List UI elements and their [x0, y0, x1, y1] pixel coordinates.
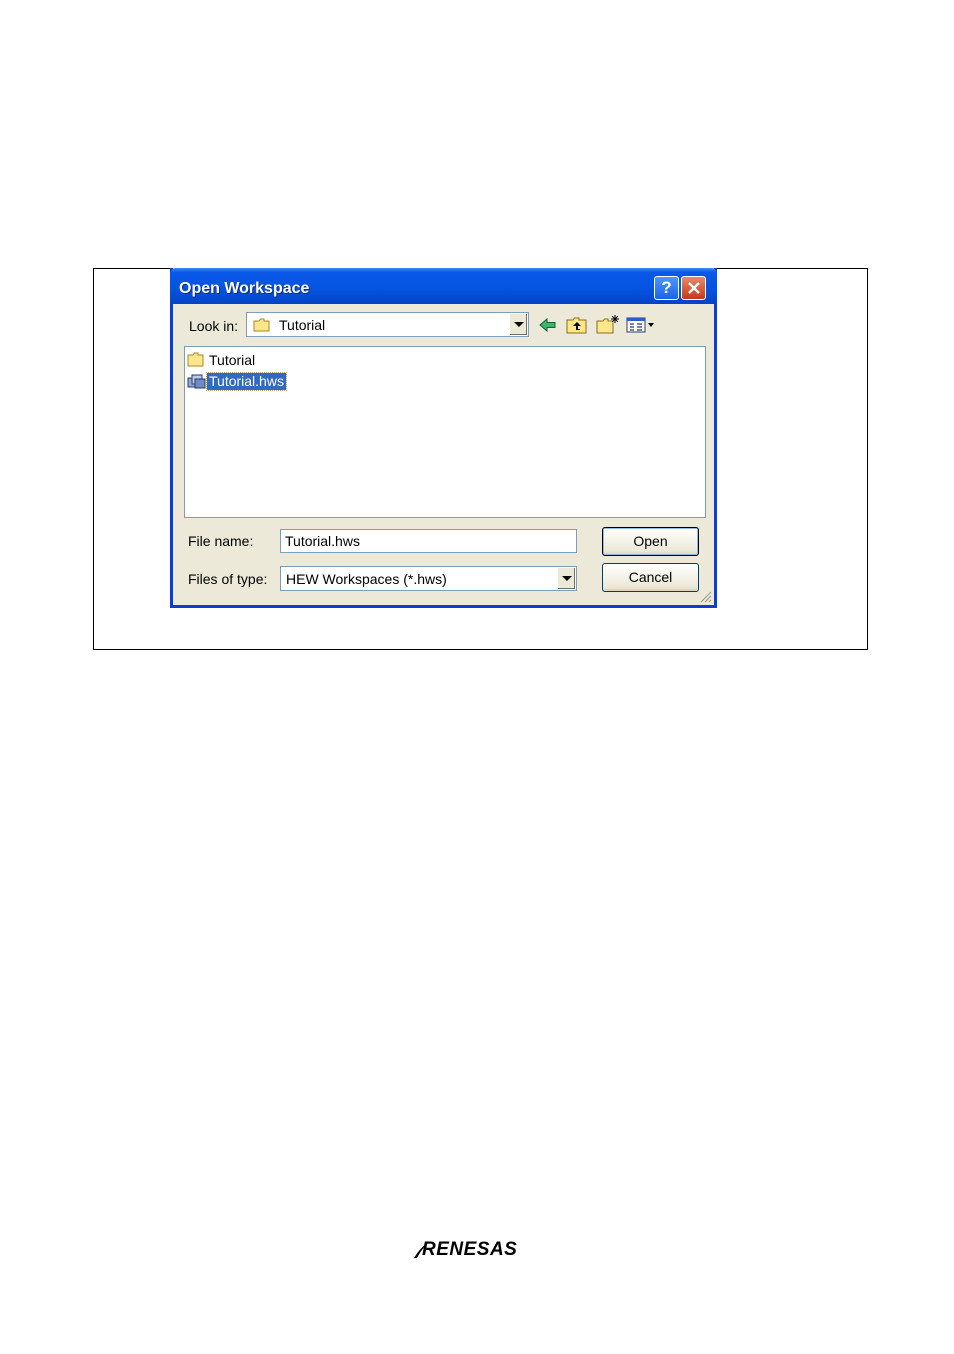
look-in-value: Tutorial: [279, 317, 326, 333]
cancel-button[interactable]: Cancel: [602, 563, 699, 592]
help-button[interactable]: ?: [654, 276, 679, 300]
folder-icon: [253, 318, 270, 332]
close-button[interactable]: [681, 276, 706, 300]
file-list[interactable]: Tutorial Tutorial.hws: [184, 346, 706, 518]
renesas-logo: RENESAS: [414, 1239, 517, 1260]
resize-grip-icon[interactable]: [698, 589, 712, 603]
close-icon: [688, 282, 700, 294]
dialog-title: Open Workspace: [179, 280, 310, 297]
file-name-input[interactable]: Tutorial.hws: [280, 529, 577, 553]
look-in-label: Look in:: [189, 318, 239, 334]
up-one-level-icon[interactable]: [566, 316, 588, 334]
title-bar[interactable]: Open Workspace ?: [170, 268, 717, 304]
chevron-down-icon[interactable]: [557, 568, 575, 589]
files-of-type-label: Files of type:: [188, 571, 268, 587]
open-button[interactable]: Open: [602, 527, 699, 556]
back-arrow-icon[interactable]: [538, 317, 558, 333]
file-name-text: Tutorial: [209, 352, 256, 368]
chevron-down-icon[interactable]: [509, 314, 527, 335]
folder-icon: [187, 352, 204, 367]
logo-text: RENESAS: [422, 1239, 517, 1260]
open-workspace-dialog: Open Workspace ? Look in: Tutorial Tutor…: [170, 268, 717, 608]
files-of-type-dropdown[interactable]: HEW Workspaces (*.hws): [280, 566, 577, 591]
file-name-label: File name:: [188, 533, 254, 549]
files-of-type-value: HEW Workspaces (*.hws): [286, 571, 447, 587]
workspace-file-icon: [187, 374, 206, 389]
view-menu-icon[interactable]: [626, 317, 658, 333]
new-folder-icon[interactable]: [596, 314, 620, 334]
help-icon: ?: [661, 278, 672, 297]
look-in-dropdown[interactable]: Tutorial: [246, 312, 529, 337]
file-name-text: Tutorial.hws: [206, 372, 287, 391]
